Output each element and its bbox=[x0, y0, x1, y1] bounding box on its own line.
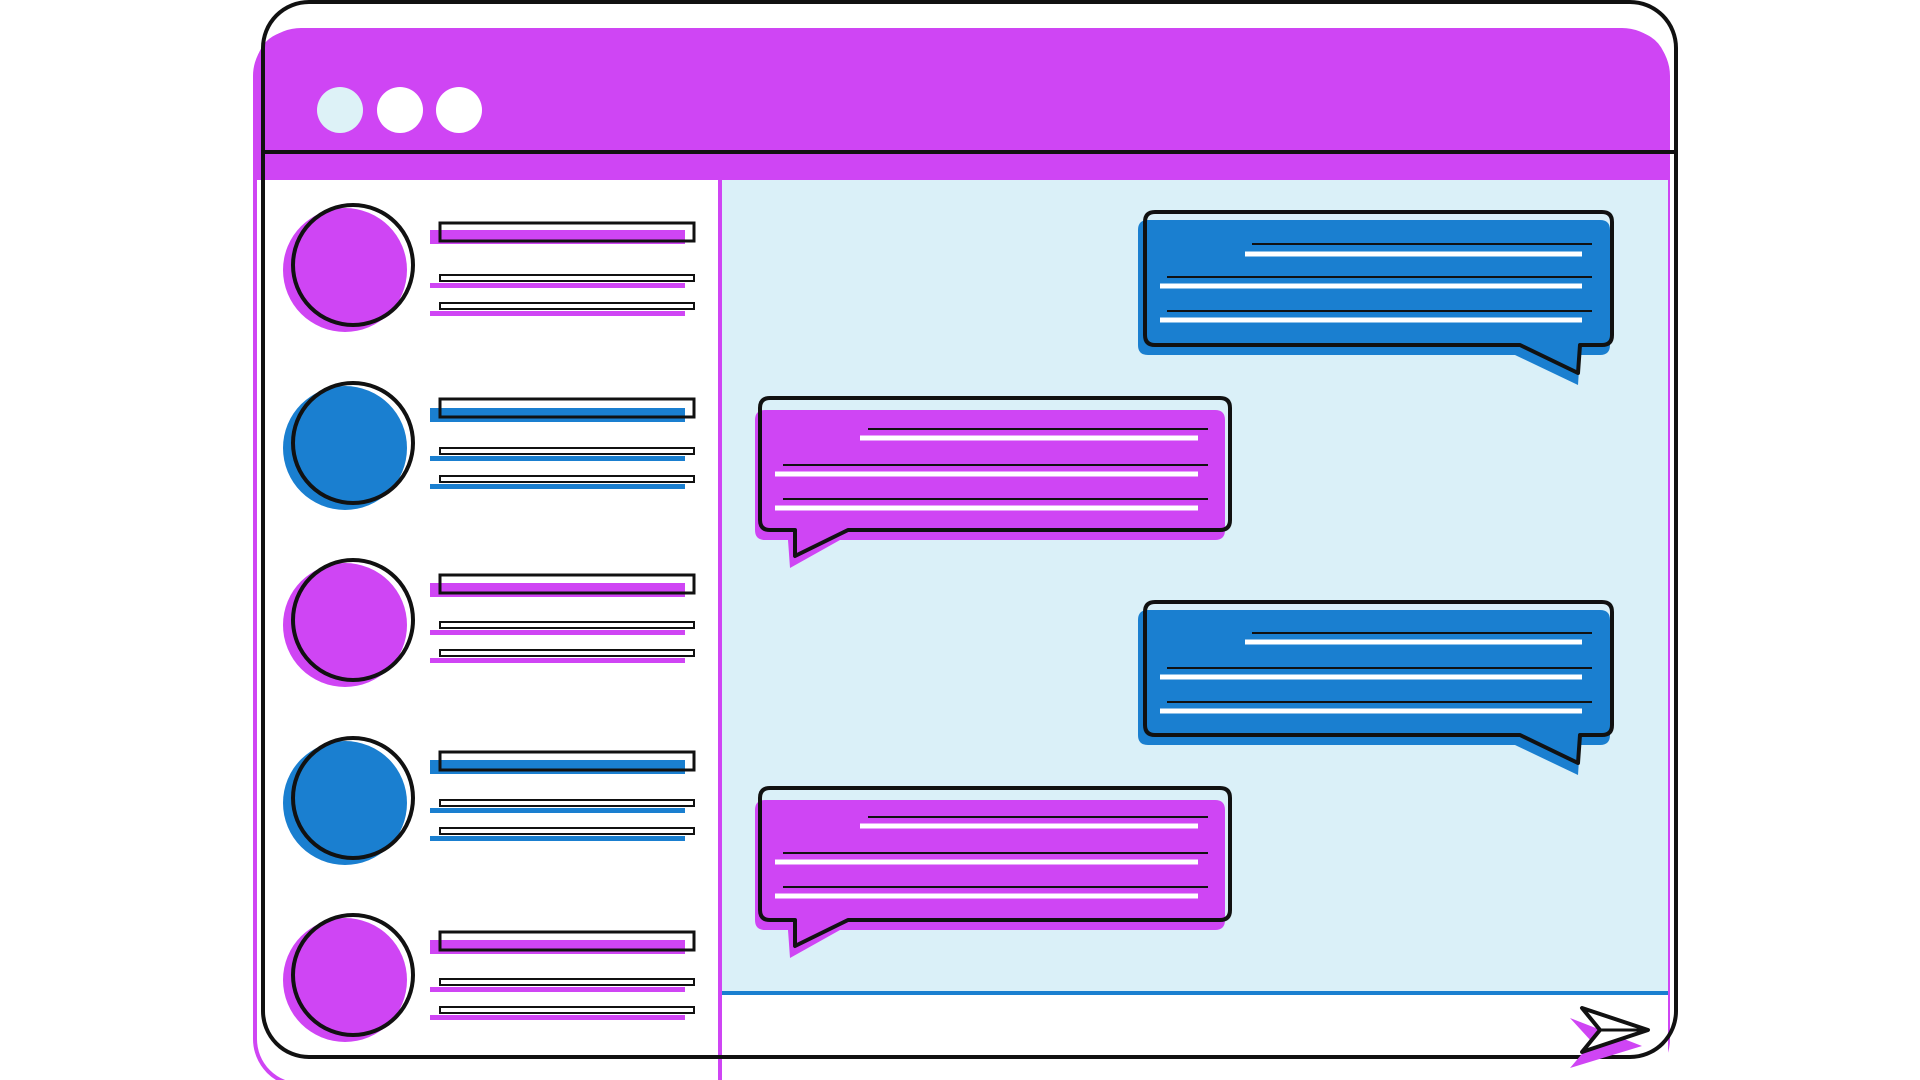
contact-preview-line-2 bbox=[430, 1015, 685, 1020]
contact-preview-line-2 bbox=[430, 658, 685, 663]
contact-item[interactable] bbox=[283, 203, 696, 332]
contact-list bbox=[283, 203, 696, 1042]
minimize-dot[interactable] bbox=[377, 87, 423, 133]
contact-name-line bbox=[430, 583, 685, 597]
contact-preview-outline-2 bbox=[439, 302, 695, 310]
contact-preview-outline bbox=[439, 978, 695, 986]
contact-preview-outline bbox=[439, 621, 695, 629]
message-composer[interactable] bbox=[720, 991, 1668, 1080]
contact-preview-outline-2 bbox=[439, 1006, 695, 1014]
maximize-dot[interactable] bbox=[436, 87, 482, 133]
contact-item[interactable] bbox=[283, 558, 696, 687]
contact-name-line bbox=[430, 940, 685, 954]
contact-item[interactable] bbox=[283, 381, 696, 510]
contact-preview-outline-2 bbox=[439, 827, 695, 835]
window-controls bbox=[317, 87, 482, 133]
contact-item[interactable] bbox=[283, 913, 696, 1042]
contact-preview-line bbox=[430, 808, 685, 813]
close-dot[interactable] bbox=[317, 87, 363, 133]
contact-preview-outline-2 bbox=[439, 649, 695, 657]
message-input[interactable] bbox=[720, 995, 1668, 1080]
contact-preview-line bbox=[430, 283, 685, 288]
contact-preview-line bbox=[430, 456, 685, 461]
contact-preview-line-2 bbox=[430, 311, 685, 316]
contact-preview-outline bbox=[439, 274, 695, 282]
contact-preview-outline bbox=[439, 447, 695, 455]
contact-name-line bbox=[430, 760, 685, 774]
contact-item[interactable] bbox=[283, 736, 696, 865]
contact-preview-outline-2 bbox=[439, 475, 695, 483]
contact-name-line bbox=[430, 408, 685, 422]
contact-preview-line-2 bbox=[430, 836, 685, 841]
chat-app-illustration bbox=[0, 0, 1920, 1080]
chat-window-svg bbox=[253, 0, 1678, 1080]
contact-preview-line bbox=[430, 987, 685, 992]
contact-preview-line bbox=[430, 630, 685, 635]
contact-preview-line-2 bbox=[430, 484, 685, 489]
contact-preview-outline bbox=[439, 799, 695, 807]
